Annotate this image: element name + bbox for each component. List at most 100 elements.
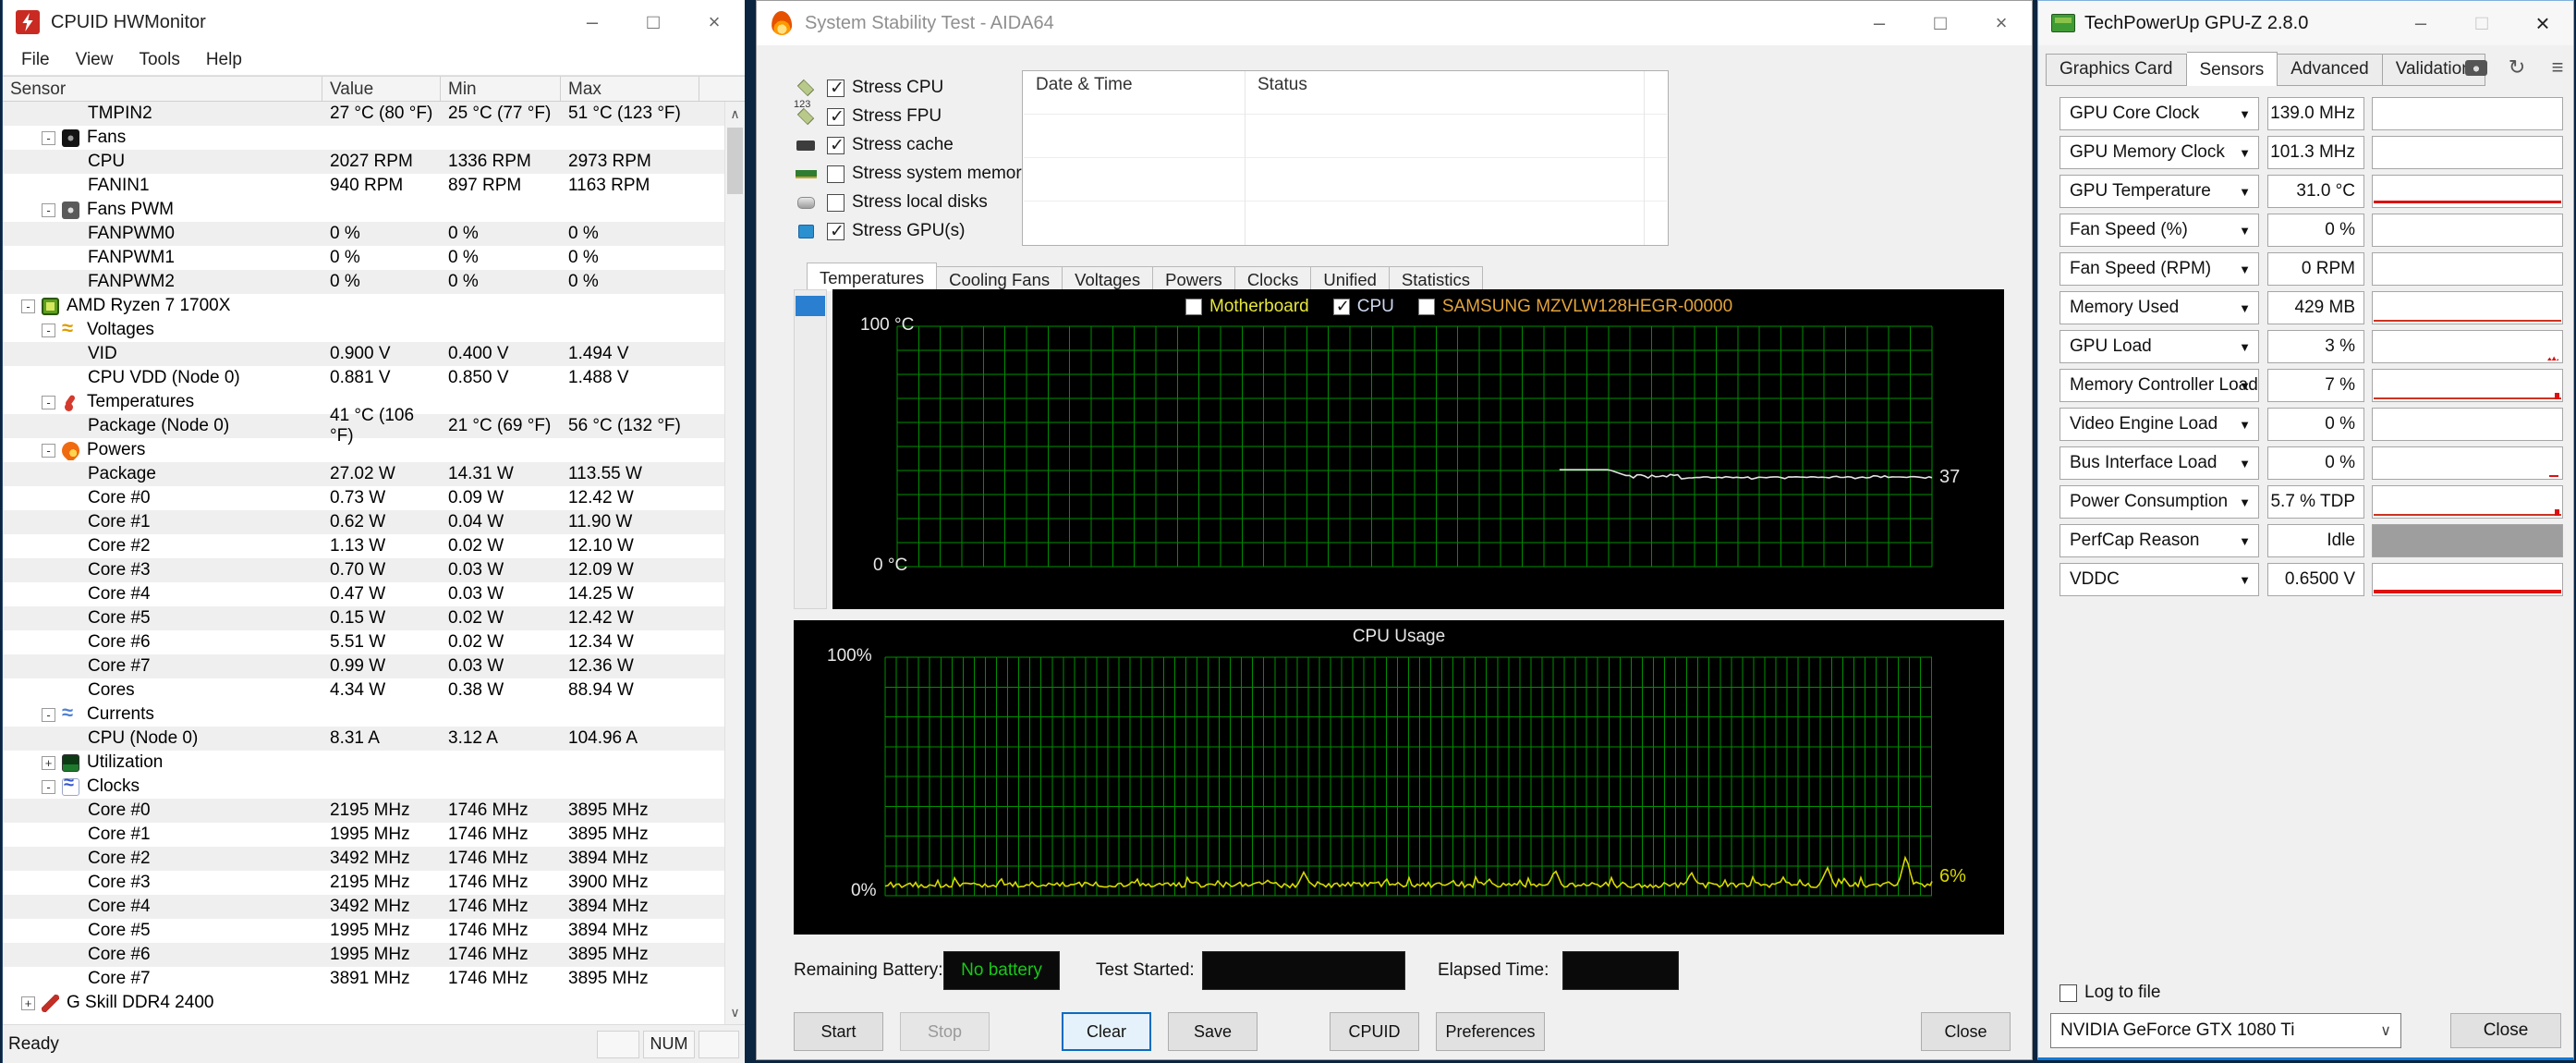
table-row[interactable]: -AMD Ryzen 7 1700X — [3, 294, 724, 318]
expand-toggle[interactable]: - — [42, 131, 55, 145]
sensor-name-dropdown[interactable]: GPU Temperature▼ — [2060, 175, 2259, 208]
column-header-min[interactable]: Min — [441, 77, 561, 101]
table-row[interactable]: TMPIN227 °C (80 °F)25 °C (77 °F)51 °C (1… — [3, 102, 724, 126]
expand-toggle[interactable]: - — [42, 324, 55, 337]
sensor-name-dropdown[interactable]: Fan Speed (%)▼ — [2060, 214, 2259, 247]
column-header-value[interactable]: Value — [322, 77, 441, 101]
menu-item-view[interactable]: View — [63, 50, 127, 70]
sensor-name-dropdown[interactable]: Video Engine Load▼ — [2060, 408, 2259, 441]
preferences-button[interactable]: Preferences — [1436, 1012, 1545, 1051]
table-row[interactable]: Core #23492 MHz1746 MHz3894 MHz — [3, 847, 724, 871]
sensor-name-dropdown[interactable]: Fan Speed (RPM)▼ — [2060, 252, 2259, 286]
menu-item-file[interactable]: File — [8, 50, 63, 70]
table-row[interactable]: CPU2027 RPM1336 RPM2973 RPM — [3, 150, 724, 174]
table-row[interactable]: Package (Node 0)41 °C (106 °F)21 °C (69 … — [3, 414, 724, 438]
start-button[interactable]: Start — [794, 1012, 883, 1051]
checkbox-stress-local-disks[interactable] — [827, 194, 844, 212]
expand-toggle[interactable]: - — [42, 396, 55, 409]
checkbox-stress-gpu-s[interactable] — [827, 223, 844, 240]
table-row[interactable]: Core #51995 MHz1746 MHz3894 MHz — [3, 919, 724, 943]
tab-unified[interactable]: Unified — [1311, 266, 1390, 291]
table-row[interactable]: Core #40.47 W0.03 W14.25 W — [3, 582, 724, 606]
maximize-button[interactable]: □ — [623, 0, 684, 44]
tab-voltages[interactable]: Voltages — [1063, 266, 1153, 291]
close-button[interactable]: × — [1971, 1, 2032, 45]
table-row[interactable]: Core #70.99 W0.03 W12.36 W — [3, 654, 724, 678]
table-row[interactable]: -Clocks — [3, 775, 724, 799]
tab-powers[interactable]: Powers — [1153, 266, 1235, 291]
tab-advanced[interactable]: Advanced — [2278, 54, 2383, 86]
graph-scrollbar[interactable] — [794, 289, 827, 609]
cpuid-button[interactable]: CPUID — [1330, 1012, 1419, 1051]
expand-toggle[interactable]: + — [21, 996, 35, 1010]
table-row[interactable]: FANPWM10 %0 %0 % — [3, 246, 724, 270]
table-row[interactable]: -Voltages — [3, 318, 724, 342]
log-to-file-checkbox[interactable] — [2060, 984, 2077, 1002]
log-column-datetime[interactable]: Date & Time — [1036, 75, 1133, 95]
column-header-max[interactable]: Max — [561, 77, 699, 101]
table-row[interactable]: Core #21.13 W0.02 W12.10 W — [3, 534, 724, 558]
tab-graphics-card[interactable]: Graphics Card — [2046, 54, 2187, 86]
table-row[interactable]: Package27.02 W14.31 W113.55 W — [3, 462, 724, 486]
scroll-down-icon[interactable] — [725, 1000, 745, 1024]
table-row[interactable]: +Utilization — [3, 751, 724, 775]
table-row[interactable]: CPU VDD (Node 0)0.881 V0.850 V1.488 V — [3, 366, 724, 390]
table-row[interactable]: Core #61995 MHz1746 MHz3895 MHz — [3, 943, 724, 967]
tab-statistics[interactable]: Statistics — [1390, 266, 1483, 291]
menu-hamburger-icon[interactable]: ≡ — [2546, 56, 2570, 79]
table-row[interactable]: Core #43492 MHz1746 MHz3894 MHz — [3, 895, 724, 919]
log-column-status[interactable]: Status — [1258, 75, 1307, 95]
legend-checkbox-cpu[interactable] — [1333, 299, 1350, 315]
table-row[interactable]: Core #10.62 W0.04 W11.90 W — [3, 510, 724, 534]
table-row[interactable]: -Currents — [3, 703, 724, 727]
clear-button[interactable]: Clear — [1062, 1012, 1151, 1051]
column-header-sensor[interactable]: Sensor — [3, 77, 322, 101]
close-button[interactable]: × — [2512, 1, 2573, 45]
tab-temperatures[interactable]: Temperatures — [807, 263, 937, 291]
table-row[interactable]: Core #73891 MHz1746 MHz3895 MHz — [3, 967, 724, 991]
tab-sensors[interactable]: Sensors — [2187, 52, 2278, 86]
gpuz-close-button[interactable]: Close — [2450, 1013, 2561, 1048]
graph-scrollbar-thumb[interactable] — [796, 296, 825, 316]
checkbox-stress-cache[interactable] — [827, 137, 844, 154]
sensor-name-dropdown[interactable]: GPU Memory Clock▼ — [2060, 136, 2259, 169]
table-row[interactable]: FANPWM20 %0 %0 % — [3, 270, 724, 294]
sensor-name-dropdown[interactable]: VDDC▼ — [2060, 563, 2259, 596]
menu-item-help[interactable]: Help — [193, 50, 255, 70]
refresh-icon[interactable]: ↻ — [2505, 56, 2529, 79]
expand-toggle[interactable]: - — [42, 203, 55, 217]
minimize-button[interactable]: – — [2390, 1, 2451, 45]
expand-toggle[interactable]: + — [42, 756, 55, 770]
legend-checkbox-motherboard[interactable] — [1185, 299, 1202, 315]
expand-toggle[interactable]: - — [42, 444, 55, 458]
gpuz-titlebar[interactable]: TechPowerUp GPU-Z 2.8.0 – □ × — [2038, 1, 2573, 45]
checkbox-stress-fpu[interactable] — [827, 108, 844, 126]
gpu-select-dropdown[interactable]: NVIDIA GeForce GTX 1080 Ti ∨ — [2050, 1013, 2401, 1048]
sensor-name-dropdown[interactable]: Memory Used▼ — [2060, 291, 2259, 324]
checkbox-stress-cpu[interactable] — [827, 79, 844, 97]
maximize-button[interactable]: □ — [1910, 1, 1971, 45]
tab-clocks[interactable]: Clocks — [1235, 266, 1312, 291]
table-row[interactable]: VID0.900 V0.400 V1.494 V — [3, 342, 724, 366]
scroll-up-icon[interactable] — [725, 102, 745, 126]
expand-toggle[interactable]: - — [21, 299, 35, 313]
sensor-name-dropdown[interactable]: Memory Controller Load▼ — [2060, 369, 2259, 402]
close-button[interactable]: Close — [1921, 1012, 2011, 1051]
legend-checkbox-samsung-mzvlw128hegr-00000[interactable] — [1418, 299, 1435, 315]
table-row[interactable]: Core #30.70 W0.03 W12.09 W — [3, 558, 724, 582]
table-row[interactable]: Core #50.15 W0.02 W12.42 W — [3, 606, 724, 630]
screenshot-camera-icon[interactable] — [2464, 56, 2488, 79]
expand-toggle[interactable]: - — [42, 780, 55, 794]
expand-toggle[interactable]: - — [42, 708, 55, 722]
table-row[interactable]: Core #65.51 W0.02 W12.34 W — [3, 630, 724, 654]
sensor-name-dropdown[interactable]: Power Consumption▼ — [2060, 485, 2259, 519]
sensor-name-dropdown[interactable]: GPU Load▼ — [2060, 330, 2259, 363]
minimize-button[interactable]: – — [1849, 1, 1910, 45]
table-row[interactable]: FANIN1940 RPM897 RPM1163 RPM — [3, 174, 724, 198]
scrollbar-thumb[interactable] — [727, 128, 743, 194]
close-button[interactable]: × — [684, 0, 745, 44]
table-row[interactable]: Core #11995 MHz1746 MHz3895 MHz — [3, 823, 724, 847]
hwmonitor-titlebar[interactable]: CPUID HWMonitor – □ × — [3, 0, 745, 44]
sensor-name-dropdown[interactable]: Bus Interface Load▼ — [2060, 446, 2259, 480]
table-row[interactable]: CPU (Node 0)8.31 A3.12 A104.96 A — [3, 727, 724, 751]
